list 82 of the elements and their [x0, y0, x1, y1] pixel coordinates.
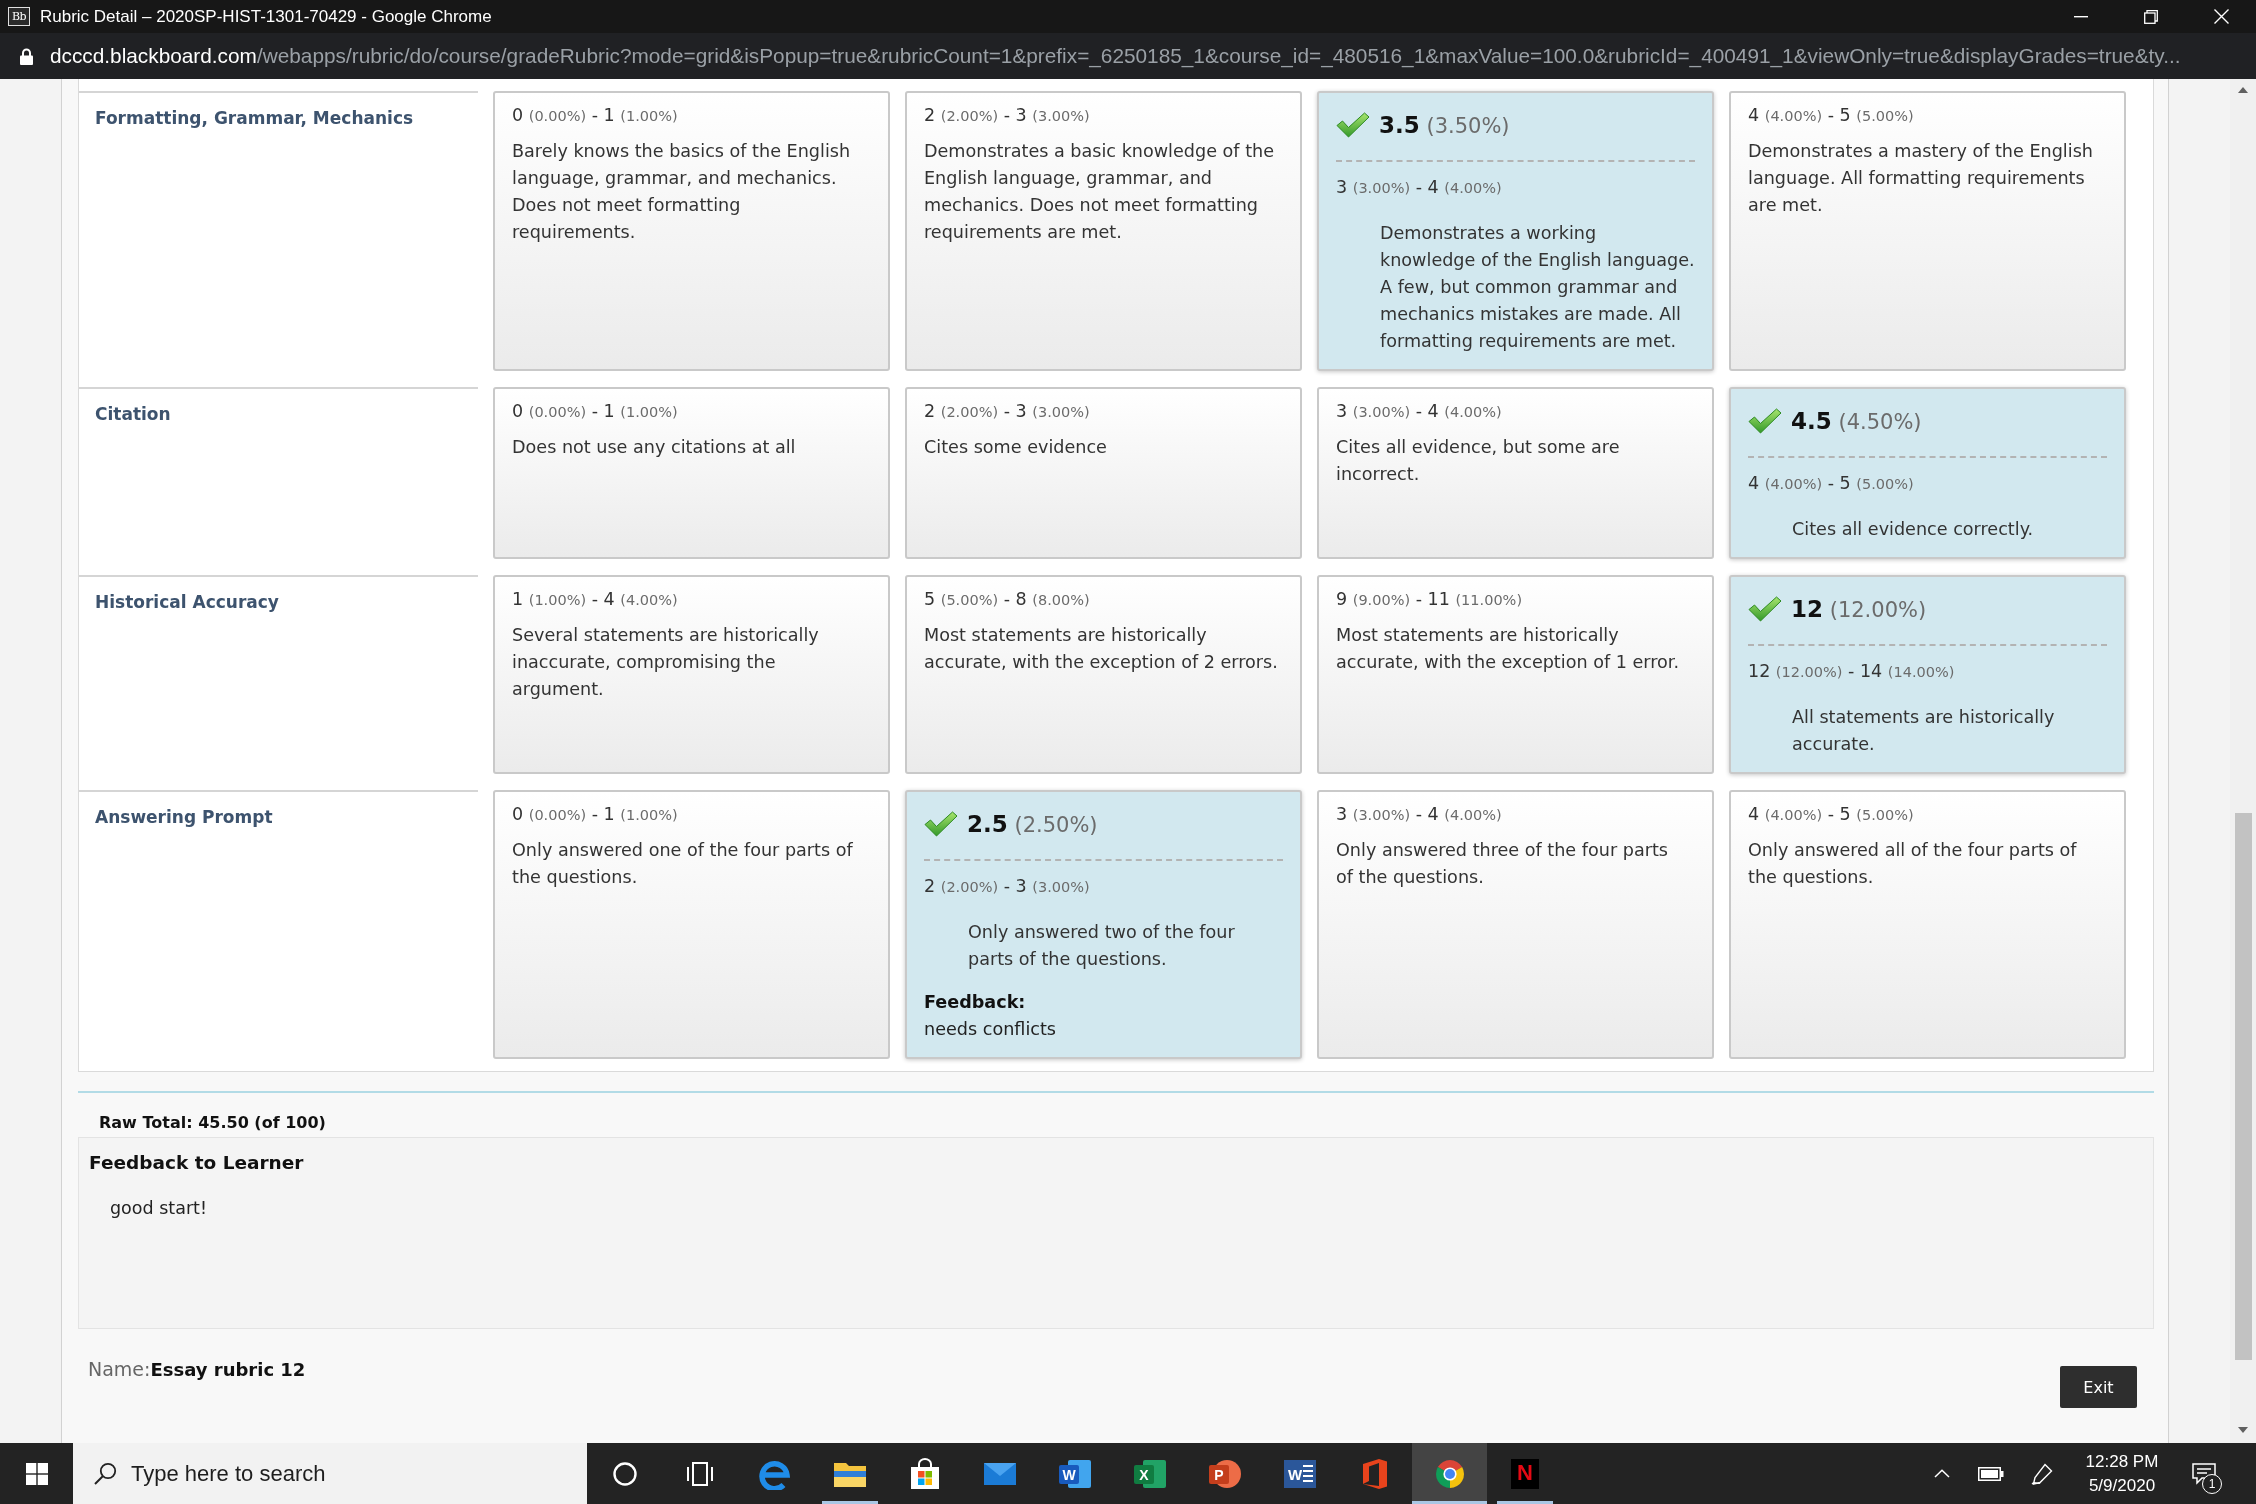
notifications-button[interactable]: 1	[2176, 1443, 2232, 1504]
restore-icon	[2144, 9, 2158, 24]
point-range: 1 (1.00%) - 4 (4.00%)	[512, 588, 679, 611]
point-range: 0 (0.00%) - 1 (1.00%)	[512, 400, 679, 423]
point-range: 2 (2.00%) - 3 (3.00%)	[924, 104, 1091, 127]
level-description: Demonstrates a mastery of the English language. All formatting requirements are met.	[1748, 140, 2094, 217]
point-range: 0 (0.00%) - 1 (1.00%)	[512, 104, 679, 127]
level-description: All statements are historically accurate.	[1791, 706, 2056, 756]
checkmark-icon	[1336, 112, 1370, 138]
level-description: Cites some evidence	[924, 436, 1108, 459]
task-view-icon	[686, 1461, 713, 1486]
word-logo-icon: W	[1282, 1457, 1317, 1490]
criterion-label: Citation	[95, 403, 172, 425]
level-description: Only answered two of the four parts of the questions.	[967, 921, 1236, 971]
triangle-up-icon[interactable]	[2238, 87, 2248, 93]
level-description: Cites all evidence correctly.	[1791, 518, 2035, 541]
level-description: Demonstrates a working knowledge of the English language. A few, but common grammar and mechanics mistakes are made. All formatting requirements are met.	[1379, 222, 1695, 353]
criterion-label: Historical Accuracy	[95, 591, 280, 613]
point-range: 5 (5.00%) - 8 (8.00%)	[924, 588, 1091, 611]
level-description: Most statements are historically accurate, with the exception of 1 error.	[1336, 624, 1681, 674]
criterion-label: Formatting, Grammar, Mechanics	[95, 107, 415, 129]
rubric-name: Name:Essay rubric 12	[88, 1357, 306, 1382]
level-description: Several statements are historically inaccurate, compromising the argument.	[512, 624, 820, 701]
awarded-score: 12 (12.00%)	[1791, 596, 1927, 622]
checkmark-icon	[1748, 596, 1782, 622]
search-field[interactable]: Type here to search	[73, 1443, 587, 1504]
windows-logo-icon	[25, 1462, 48, 1485]
search-icon	[94, 1462, 117, 1485]
point-range: 3 (3.00%) - 4 (4.00%)	[1336, 176, 1503, 199]
close-icon	[2213, 9, 2229, 24]
feedback-text: needs conflicts	[924, 1018, 1058, 1041]
criterion-label: Answering Prompt	[95, 806, 274, 828]
taskbar-clock[interactable]: 12:28 PM 5/9/2020	[2068, 1443, 2176, 1504]
point-range: 4 (4.00%) - 5 (5.00%)	[1748, 472, 1915, 495]
triangle-down-icon[interactable]	[2238, 1427, 2248, 1433]
point-range: 0 (0.00%) - 1 (1.00%)	[512, 803, 679, 826]
scrollbar-thumb[interactable]	[2234, 813, 2252, 1360]
level-description: Only answered three of the four parts of the questions.	[1336, 839, 1669, 889]
raw-total: Raw Total: 45.50 (of 100)	[98, 1112, 326, 1134]
point-range: 9 (9.00%) - 11 (11.00%)	[1336, 588, 1524, 611]
circle-icon	[612, 1461, 637, 1486]
minimize-icon	[2074, 15, 2088, 18]
battery-icon	[1978, 1466, 2004, 1481]
point-range: 3 (3.00%) - 4 (4.00%)	[1336, 400, 1503, 423]
window-title: Rubric Detail – 2020SP-HIST-1301-70429 - Google Chrome	[40, 6, 493, 27]
checkmark-icon	[924, 811, 958, 837]
pen-icon	[2031, 1462, 2053, 1485]
level-description: Barely knows the basics of the English language, grammar, and mechanics. Does not meet formatting requirements.	[512, 140, 852, 244]
notification-badge: 1	[2202, 1474, 2222, 1494]
point-range: 2 (2.00%) - 3 (3.00%)	[924, 875, 1091, 898]
level-description: Does not use any citations at all	[512, 436, 797, 459]
feedback-text: good start!	[109, 1197, 208, 1219]
point-range: 3 (3.00%) - 4 (4.00%)	[1336, 803, 1503, 826]
point-range: 12 (12.00%) - 14 (14.00%)	[1748, 660, 1956, 683]
site-logo: Bb	[8, 7, 30, 26]
url-field[interactable]: dcccd.blackboard.com/webapps/rubric/do/course/gradeRubric?mode=grid&isPopup=true&rubricCount=1&prefix=_6250185_1&course_id=_480516_1&maxValue=100.0&rubricId=_400491_1&viewOnly=true&displayGrades=true&ty...	[50, 44, 2181, 68]
level-description: Most statements are historically accurate, with the exception of 2 errors.	[924, 624, 1278, 674]
taskbar-app-button[interactable]: W	[1262, 1443, 1337, 1504]
awarded-score: 2.5 (2.50%)	[967, 811, 1098, 837]
exit-button[interactable]: Exit	[2060, 1366, 2137, 1408]
chrome-logo-icon	[1433, 1457, 1466, 1490]
taskbar-app-button[interactable]: W	[1037, 1443, 1112, 1504]
level-description: Only answered all of the four parts of the questions.	[1748, 839, 2078, 889]
point-range: 4 (4.00%) - 5 (5.00%)	[1748, 104, 1915, 127]
level-description: Only answered one of the four parts of the questions.	[512, 839, 854, 889]
chevron-up-icon	[1934, 1469, 1950, 1478]
level-description: Cites all evidence, but some are incorrect.	[1336, 436, 1621, 486]
awarded-score: 3.5 (3.50%)	[1379, 112, 1510, 138]
taskbar-app-button[interactable]: P	[1187, 1443, 1262, 1504]
feedback-heading: Feedback to Learner	[89, 1151, 305, 1175]
point-range: 4 (4.00%) - 5 (5.00%)	[1748, 803, 1915, 826]
taskbar-app-button[interactable]: X	[1112, 1443, 1187, 1504]
office-logo-icon	[1361, 1457, 1388, 1490]
point-range: 2 (2.00%) - 3 (3.00%)	[924, 400, 1091, 423]
level-description: Demonstrates a basic knowledge of the English language, grammar, and mechanics. Does not meet formatting requirements are met.	[924, 140, 1275, 244]
checkmark-icon	[1748, 408, 1782, 434]
awarded-score: 4.5 (4.50%)	[1791, 408, 1922, 434]
envelope-icon	[982, 1461, 1017, 1486]
shopping-bag-icon	[909, 1457, 940, 1490]
feedback-label: Feedback:	[924, 991, 1027, 1014]
taskbar-app-button[interactable]	[1412, 1443, 1487, 1504]
lock-icon	[20, 47, 33, 65]
